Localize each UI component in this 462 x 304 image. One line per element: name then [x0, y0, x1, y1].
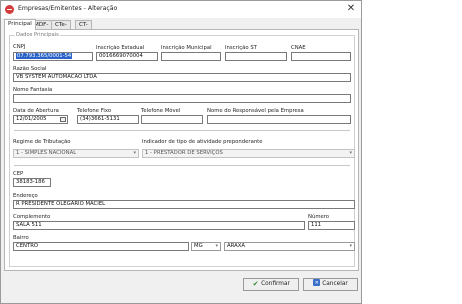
title-bar[interactable]: Empresas/Emitentes - Alteração ✕: [1, 1, 361, 18]
cnpj-label: CNPJ: [13, 44, 26, 50]
numero-label: Número: [308, 214, 330, 220]
data-abertura-value: 12/01/2005: [16, 116, 47, 122]
uf-value: MG: [194, 243, 203, 249]
inscricao-st-label: Inscrição ST: [225, 45, 257, 51]
regime-tributacao-select[interactable]: 1 - SIMPLES NACIONAL ▾: [13, 149, 139, 158]
razao-social-input[interactable]: VB SYSTEM AUTOMACAO LTDA: [13, 73, 351, 82]
tab-panel-principal: Dados Principais CNPJ 07.793.365/0001-54…: [4, 29, 359, 271]
window-title: Empresas/Emitentes - Alteração: [18, 5, 118, 12]
cidade-select[interactable]: ARAXA ▾: [224, 242, 355, 251]
group-title: Dados Principais: [15, 32, 60, 38]
endereco-input[interactable]: R PRESIDENTE OLEGARIO MACIEL: [13, 200, 355, 209]
responsavel-input[interactable]: [207, 115, 351, 124]
cnae-label: CNAE: [291, 45, 306, 51]
cancel-label: Cancelar: [322, 281, 348, 287]
chevron-down-icon: ▾: [133, 150, 136, 156]
cep-input[interactable]: 38183-186: [13, 178, 51, 187]
confirm-label: Confirmar: [261, 281, 290, 287]
chevron-down-icon: ▾: [349, 150, 352, 156]
cidade-value: ARAXA: [227, 243, 245, 249]
uf-select[interactable]: MG ▾: [191, 242, 221, 251]
nome-fantasia-label: Nome Fantasia: [13, 87, 53, 93]
cancel-icon: [313, 278, 321, 289]
data-abertura-label: Data de Abertura: [13, 108, 59, 114]
cep-label: CEP: [13, 171, 24, 177]
nome-fantasia-input[interactable]: [13, 94, 351, 103]
chevron-down-icon: ▾: [349, 243, 352, 249]
telefone-fixo-label: Telefone Fixo: [77, 108, 112, 114]
calendar-icon[interactable]: [60, 117, 66, 122]
chevron-down-icon: ▾: [215, 243, 218, 249]
inscricao-estadual-input[interactable]: 0016669070004: [96, 52, 158, 61]
cnpj-input[interactable]: 07.793.365/0001-54: [13, 52, 93, 61]
indicador-atividade-select[interactable]: 1 - PRESTADOR DE SERVIÇOS ▾: [142, 149, 355, 158]
dialog-window: Empresas/Emitentes - Alteração ✕ Princip…: [0, 0, 362, 304]
cnae-input[interactable]: [291, 52, 351, 61]
inscricao-estadual-label: Inscrição Estadual: [96, 45, 145, 51]
regime-tributacao-label: Regime de Tributação: [13, 139, 71, 145]
app-logo-icon: [5, 5, 14, 14]
confirm-button[interactable]: ✔ Confirmar: [243, 278, 299, 291]
separator: [14, 130, 350, 131]
telefone-movel-label: Telefone Móvel: [141, 108, 181, 114]
telefone-fixo-input[interactable]: (34)3661-5131: [77, 115, 139, 124]
close-icon[interactable]: ✕: [345, 3, 357, 15]
cancel-button[interactable]: Cancelar: [303, 278, 358, 291]
separator: [14, 165, 350, 166]
numero-input[interactable]: 111: [308, 221, 355, 230]
indicador-atividade-value: 1 - PRESTADOR DE SERVIÇOS: [145, 150, 223, 156]
indicador-atividade-label: Indicador de tipo de atividade preponder…: [142, 139, 263, 145]
data-abertura-input[interactable]: 12/01/2005: [13, 115, 68, 124]
group-dados-principais: Dados Principais CNPJ 07.793.365/0001-54…: [9, 32, 355, 267]
complemento-label: Complemento: [13, 214, 51, 220]
complemento-input[interactable]: SALA 511: [13, 221, 305, 230]
bairro-input[interactable]: CENTRO: [13, 242, 189, 251]
inscricao-municipal-input[interactable]: [161, 52, 221, 61]
bairro-label: Bairro: [13, 235, 29, 241]
check-icon: ✔: [252, 280, 259, 288]
responsavel-label: Nome do Responsável pela Empresa: [207, 108, 304, 114]
regime-tributacao-value: 1 - SIMPLES NACIONAL: [16, 150, 77, 156]
razao-social-label: Razão Social: [13, 66, 47, 72]
inscricao-st-input[interactable]: [225, 52, 287, 61]
cnpj-value: 07.793.365/0001-54: [16, 53, 73, 59]
endereco-label: Endereço: [13, 193, 38, 199]
tab-principal[interactable]: Principal: [4, 19, 36, 30]
telefone-movel-input[interactable]: [141, 115, 203, 124]
inscricao-municipal-label: Inscrição Municipal: [161, 45, 212, 51]
